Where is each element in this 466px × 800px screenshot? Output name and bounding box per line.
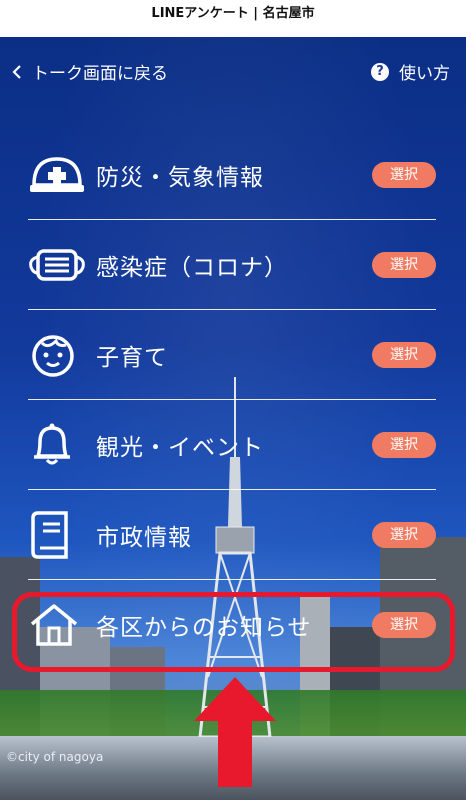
menu-item-disaster-weather[interactable]: 防災・気象情報 選択 <box>28 130 436 220</box>
menu-item-label: 観光・イベント <box>96 434 264 461</box>
chevron-left-icon <box>12 64 21 79</box>
menu-item-label: 子育て <box>96 344 168 371</box>
menu-item-label: 防災・気象情報 <box>96 164 264 191</box>
menu-item-infectious-disease[interactable]: 感染症（コロナ） 選択 <box>28 220 436 310</box>
book-icon <box>28 505 88 565</box>
back-label: トーク画面に戻る <box>32 64 168 84</box>
help-icon: ? <box>371 62 389 81</box>
select-button[interactable]: 選択 <box>372 251 436 278</box>
select-button[interactable]: 選択 <box>372 341 436 368</box>
up-arrow-icon <box>194 677 276 787</box>
menu-screen: トーク画面に戻る ? 使い方 防災・気象情報 選択 感染症（コロナ） 選択 子育… <box>0 37 466 800</box>
menu-item-label: 感染症（コロナ） <box>96 254 288 281</box>
copyright-text: ©city of nagoya <box>6 750 104 764</box>
select-button[interactable]: 選択 <box>372 431 436 458</box>
select-button[interactable]: 選択 <box>372 161 436 188</box>
app-title: LINEアンケート | 名古屋市 <box>0 0 466 37</box>
menu-item-tourism-events[interactable]: 観光・イベント 選択 <box>28 400 436 490</box>
menu-item-label: 市政情報 <box>96 524 192 551</box>
how-to-use-link[interactable]: ? 使い方 <box>371 59 450 84</box>
bell-icon <box>28 415 88 475</box>
highlight-frame <box>12 592 455 672</box>
menu-item-child-rearing[interactable]: 子育て 選択 <box>28 310 436 400</box>
help-label: 使い方 <box>399 64 450 84</box>
menu-item-city-administration[interactable]: 市政情報 選択 <box>28 490 436 580</box>
mask-icon <box>28 235 88 295</box>
baby-face-icon <box>28 325 88 385</box>
back-to-talk-link[interactable]: トーク画面に戻る <box>12 59 168 84</box>
helmet-icon <box>28 145 88 205</box>
select-button[interactable]: 選択 <box>372 521 436 548</box>
